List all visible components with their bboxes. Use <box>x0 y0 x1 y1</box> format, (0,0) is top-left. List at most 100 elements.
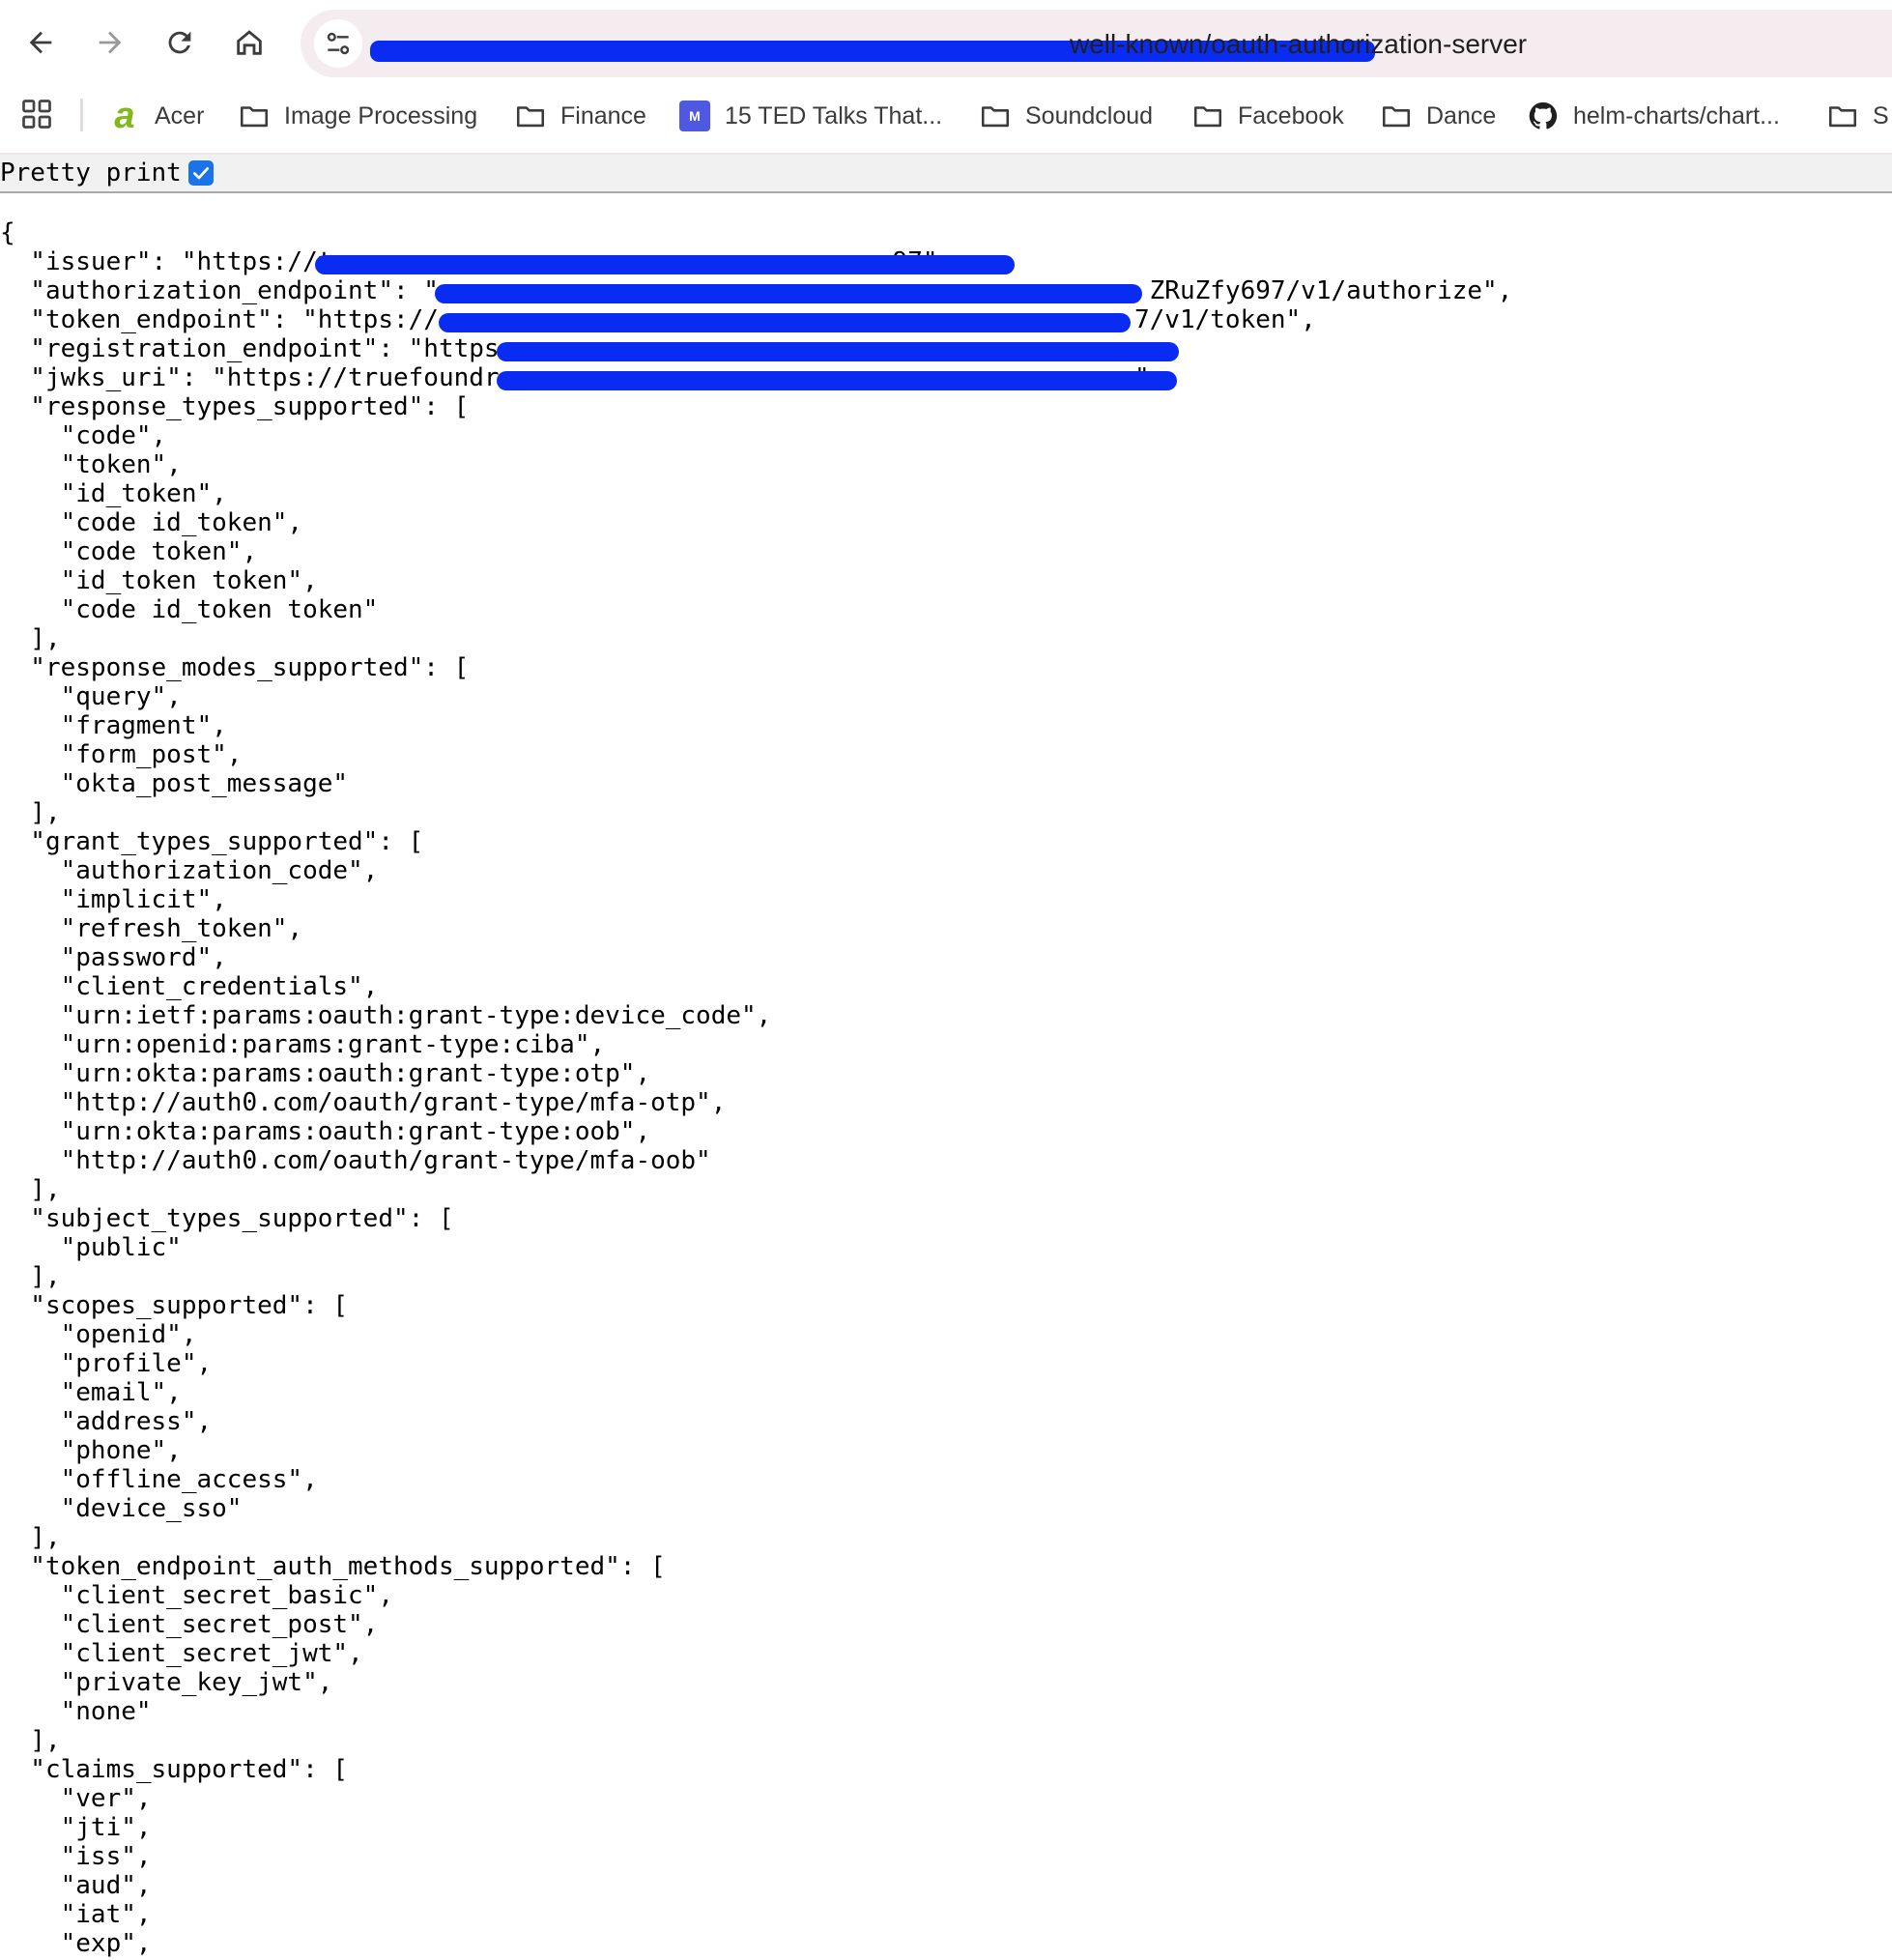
tune-icon <box>327 32 350 55</box>
json-line: "okta_post_message" <box>0 769 349 798</box>
pretty-print-bar: Pretty print <box>0 155 1892 193</box>
json-line: "jti", <box>0 1813 152 1842</box>
bookmark-helm-charts[interactable]: helm-charts/chart... <box>1527 95 1780 137</box>
folder-icon <box>1380 100 1413 132</box>
json-line: "code token", <box>0 537 258 566</box>
json-line: "grant_types_supported": [ <box>0 827 424 856</box>
folder-icon <box>238 100 271 132</box>
json-line: ], <box>0 1523 61 1552</box>
back-arrow-icon <box>29 31 52 54</box>
json-line: "issuer": "https://t 97", <box>0 247 1892 276</box>
bookmark-facebook[interactable]: Facebook <box>1191 95 1344 137</box>
json-line: "fragment", <box>0 711 227 740</box>
json-line: "response_modes_supported": [ <box>0 653 470 682</box>
bookmark-dance[interactable]: Dance <box>1380 95 1496 137</box>
checkmark-icon <box>193 167 209 180</box>
bookmark-label: Image Processing <box>284 101 478 130</box>
json-line: "urn:okta:params:oauth:grant-type:oob", <box>0 1117 651 1146</box>
json-line: "device_sso" <box>0 1494 243 1523</box>
json-line: "id_token token", <box>0 566 318 595</box>
json-line: "ver", <box>0 1784 152 1813</box>
site-info-button[interactable] <box>314 19 362 68</box>
folder-icon <box>514 100 547 132</box>
redaction-mark <box>439 313 1131 332</box>
json-line: "exp", <box>0 1929 152 1958</box>
folder-icon <box>1826 100 1859 132</box>
redaction-mark <box>497 371 1177 390</box>
json-line: "offline_access", <box>0 1465 318 1494</box>
bookmark-label: Finance <box>560 101 646 130</box>
bookmark-label: Facebook <box>1238 101 1344 130</box>
json-line: "claims_supported": [ <box>0 1755 349 1784</box>
json-content: { "issuer": "https://t 97", "authorizati… <box>0 218 1892 1958</box>
bookmark-label: helm-charts/chart... <box>1573 101 1780 130</box>
github-icon <box>1527 100 1560 132</box>
back-button[interactable] <box>12 14 70 72</box>
json-line: "code id_token", <box>0 508 303 537</box>
json-line: ], <box>0 1726 61 1755</box>
json-line: "authorization_code", <box>0 856 379 885</box>
json-line: "public" <box>0 1233 182 1262</box>
json-line: "response_types_supported": [ <box>0 392 470 421</box>
json-line: "authorization_endpoint": " ZRuZfy697/v1… <box>30 276 1513 305</box>
json-line: "aud", <box>0 1871 152 1900</box>
redaction-mark <box>497 342 1179 361</box>
json-line: "id_token", <box>0 479 227 508</box>
browser-toolbar: well-known/oauth-authorization-server <box>0 0 1892 87</box>
json-line: "code", <box>0 421 167 450</box>
ted-icon: M <box>678 100 711 132</box>
json-line: "client_secret_post", <box>0 1610 379 1639</box>
json-line: "client_credentials", <box>0 972 379 1001</box>
address-bar[interactable]: well-known/oauth-authorization-server <box>301 10 1892 77</box>
url-text[interactable]: well-known/oauth-authorization-server <box>1070 25 1527 64</box>
json-line: "urn:okta:params:oauth:grant-type:otp", <box>0 1059 651 1088</box>
json-line: "iss", <box>0 1842 152 1871</box>
pretty-print-label: Pretty print <box>0 159 182 187</box>
bookmark-label: S <box>1873 101 1889 130</box>
json-line: "client_secret_jwt", <box>0 1639 363 1668</box>
bookmark-label: Dance <box>1426 101 1497 130</box>
json-line: "subject_types_supported": [ <box>0 1204 454 1233</box>
bookmark-finance[interactable]: Finance <box>514 95 646 137</box>
json-line: "token_endpoint_auth_methods_supported":… <box>0 1552 666 1581</box>
json-line: "token", <box>0 450 182 479</box>
bookmark-soundcloud[interactable]: Soundcloud <box>979 95 1153 137</box>
json-line: "registration_endpoint": "https <box>0 334 1892 363</box>
json-line: "iat", <box>0 1900 152 1929</box>
json-line: "address", <box>0 1407 213 1436</box>
json-line: ], <box>0 624 61 653</box>
forward-arrow-icon <box>99 31 122 54</box>
json-line: "refresh_token", <box>0 914 303 943</box>
bookmark-label: 15 TED Talks That... <box>725 101 943 130</box>
json-line: "form_post", <box>0 740 243 769</box>
redaction-mark <box>435 284 1142 303</box>
forward-button[interactable] <box>81 14 139 72</box>
home-icon <box>237 30 262 55</box>
json-line: "scopes_supported": [ <box>0 1291 349 1320</box>
pretty-print-checkbox[interactable] <box>188 160 214 186</box>
bookmark-ted-talks[interactable]: M 15 TED Talks That... <box>678 95 942 137</box>
json-line: ], <box>0 1175 61 1204</box>
apps-grid-icon[interactable] <box>19 97 54 131</box>
json-line: { <box>0 218 15 247</box>
json-line: "openid", <box>0 1320 197 1349</box>
bookmark-acer[interactable]: a Acer <box>108 95 204 137</box>
json-line: ], <box>0 798 61 827</box>
folder-icon <box>979 100 1012 132</box>
folder-icon <box>1191 100 1224 132</box>
json-line: "token_endpoint": "https:// 7/v1/token", <box>30 305 1316 334</box>
reload-button[interactable] <box>151 14 209 72</box>
bookmark-image-processing[interactable]: Image Processing <box>238 95 477 137</box>
redaction-mark <box>315 255 1015 274</box>
home-button[interactable] <box>220 14 278 72</box>
json-line: "password", <box>0 943 227 972</box>
json-line: "http://auth0.com/oauth/grant-type/mfa-o… <box>0 1088 727 1117</box>
reload-icon <box>168 31 191 54</box>
bookmark-s[interactable]: S <box>1826 95 1889 137</box>
json-line: "http://auth0.com/oauth/grant-type/mfa-o… <box>0 1146 711 1175</box>
json-line: "profile", <box>0 1349 213 1378</box>
bookmark-label: Acer <box>155 101 205 130</box>
json-line: "jwks_uri": "https://truefoundr s", <box>0 363 1892 392</box>
bookmark-label: Soundcloud <box>1025 101 1154 130</box>
bookmarks-separator <box>80 99 83 131</box>
